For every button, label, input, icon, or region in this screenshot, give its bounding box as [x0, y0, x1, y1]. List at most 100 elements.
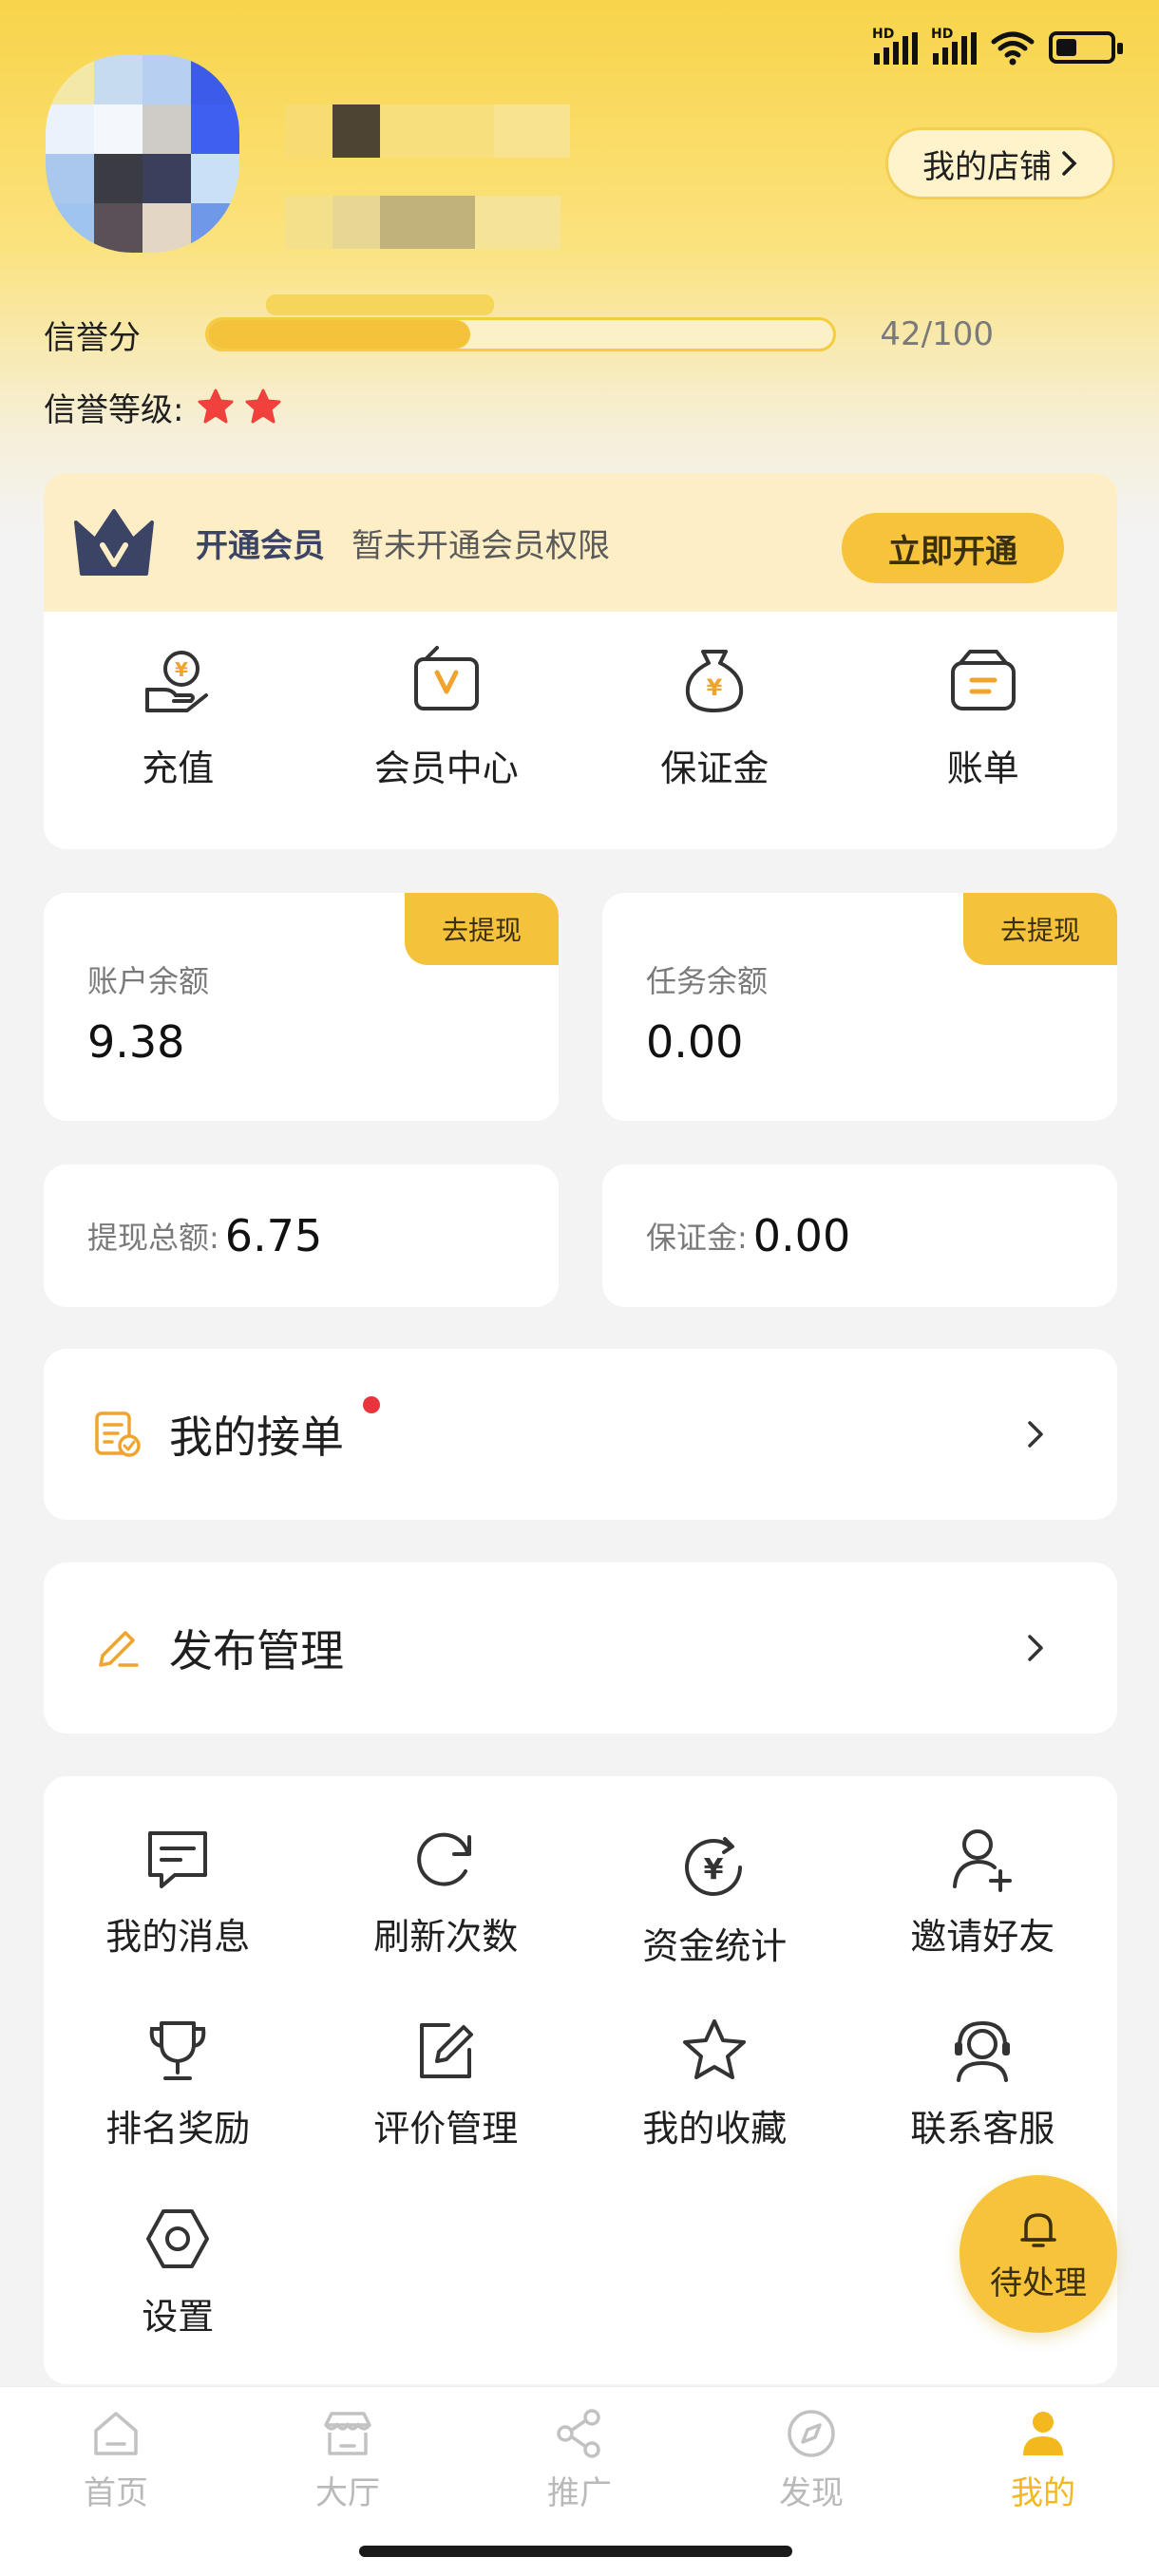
bell-icon	[1020, 2212, 1056, 2247]
quick-action-label: 会员中心	[373, 748, 519, 789]
wifi-icon	[991, 31, 1035, 66]
home-icon	[94, 2412, 138, 2455]
tool-label: 邀请好友	[910, 1916, 1055, 1958]
chevron-right-icon	[1028, 1635, 1043, 1661]
account-balance-card: 去提现 账户余额 9.38	[44, 893, 559, 1121]
edit-review-icon	[420, 2023, 474, 2078]
nav-promote[interactable]: 推广	[464, 2406, 695, 2513]
tool-settings[interactable]: 设置	[44, 2204, 313, 2339]
quick-actions: ¥ 充值 会员中心 ¥ 保证金 账单	[44, 642, 1117, 832]
nav-label: 大厅	[315, 2474, 380, 2512]
withdraw-total-card: 提现总额: 6.75	[44, 1165, 559, 1307]
nav-label: 推广	[547, 2474, 612, 2512]
tool-label: 联系客服	[910, 2108, 1055, 2150]
status-bar-icons: HD HD	[872, 27, 1123, 68]
username-obscured	[285, 104, 627, 158]
star-icon	[198, 388, 234, 424]
withdraw-task-button[interactable]: 去提现	[963, 893, 1117, 965]
quick-action-bill[interactable]: 账单	[849, 642, 1118, 832]
publish-management-label: 发布管理	[169, 1625, 344, 1676]
nav-home[interactable]: 首页	[0, 2406, 232, 2513]
nav-hall[interactable]: 大厅	[232, 2406, 464, 2513]
trophy-icon	[149, 2021, 206, 2080]
withdraw-account-button[interactable]: 去提现	[405, 893, 559, 965]
message-icon	[148, 1831, 208, 1888]
credit-score-value: 42/100	[880, 315, 994, 353]
vip-description: 暂未开通会员权限	[352, 526, 610, 565]
vip-card: 开通会员 暂未开通会员权限 立即开通 ¥ 充值 会员中心 ¥ 保证金 账单	[44, 473, 1117, 849]
customer-service-icon	[955, 2020, 1011, 2082]
fund-stats-icon: ¥	[685, 1837, 743, 1896]
tool-my-messages[interactable]: 我的消息	[44, 1824, 313, 1960]
nav-mine[interactable]: 我的	[927, 2406, 1159, 2513]
crown-icon	[74, 509, 154, 576]
deposit-card: 保证金: 0.00	[602, 1165, 1117, 1307]
deposit-icon: ¥	[686, 650, 744, 712]
vip-title: 开通会员	[196, 526, 325, 565]
activate-vip-button[interactable]: 立即开通	[842, 513, 1064, 583]
signal-icon: HD	[931, 27, 977, 65]
tool-invite-friends[interactable]: 邀请好友	[848, 1824, 1117, 1960]
hall-icon	[324, 2412, 371, 2455]
my-store-button[interactable]: 我的店铺	[885, 127, 1115, 199]
credit-score-fill	[207, 320, 471, 349]
task-balance-value: 0.00	[646, 1016, 744, 1068]
signal-icon: HD	[872, 27, 918, 65]
profile-icon	[1023, 2412, 1063, 2455]
withdraw-total-label: 提现总额:	[87, 1220, 219, 1256]
credit-level-label: 信誉等级:	[44, 390, 184, 429]
quick-action-deposit[interactable]: ¥ 保证金	[580, 642, 849, 832]
svg-text:¥: ¥	[704, 1853, 724, 1886]
tool-my-favorites[interactable]: 我的收藏	[580, 2016, 849, 2151]
battery-icon	[1049, 31, 1123, 64]
quick-action-member-center[interactable]: 会员中心	[313, 642, 581, 832]
account-balance-value: 9.38	[87, 1016, 185, 1068]
notification-dot	[363, 1396, 380, 1413]
tool-ranking-rewards[interactable]: 排名奖励	[44, 2016, 313, 2151]
settings-icon	[146, 2209, 210, 2268]
task-balance-card: 去提现 任务余额 0.00	[602, 893, 1117, 1121]
tool-label: 排名奖励	[105, 2108, 251, 2150]
tool-customer-service[interactable]: 联系客服	[848, 2016, 1117, 2151]
nav-label: 首页	[84, 2474, 148, 2512]
credit-level-row: 信誉等级:	[44, 384, 282, 429]
member-center-icon	[413, 646, 479, 710]
credit-score-row: 信誉分 42/100	[44, 313, 994, 357]
nav-discover[interactable]: 发现	[695, 2406, 927, 2513]
share-icon	[557, 2409, 600, 2458]
chevron-right-icon	[1062, 151, 1077, 176]
tool-label: 我的消息	[105, 1916, 251, 1958]
bill-icon	[950, 650, 1016, 710]
account-balance-label: 账户余额	[87, 963, 210, 999]
invite-friend-icon	[953, 1829, 1013, 1892]
orders-icon	[95, 1411, 141, 1457]
quick-action-label: 保证金	[660, 748, 770, 789]
vip-banner: 开通会员 暂未开通会员权限 立即开通	[44, 473, 1117, 612]
quick-action-label: 充值	[142, 748, 215, 789]
publish-management-row[interactable]: 发布管理	[44, 1563, 1117, 1733]
pending-fab-button[interactable]: 待处理	[960, 2175, 1117, 2333]
svg-text:¥: ¥	[175, 658, 188, 681]
tool-label: 设置	[142, 2296, 215, 2338]
star-icon	[245, 388, 281, 424]
nav-label: 我的	[1011, 2474, 1075, 2512]
chevron-right-icon	[1028, 1421, 1043, 1448]
withdraw-total-value: 6.75	[224, 1210, 323, 1261]
tool-refresh-count[interactable]: 刷新次数	[312, 1824, 580, 1960]
user-id-obscured	[285, 196, 608, 249]
star-icon	[683, 2019, 747, 2079]
tool-fund-statistics[interactable]: ¥ 资金统计	[580, 1833, 849, 1969]
avatar[interactable]	[46, 55, 239, 253]
recharge-icon: ¥	[145, 651, 209, 712]
tool-review-management[interactable]: 评价管理	[312, 2016, 580, 2151]
home-indicator[interactable]	[359, 2546, 792, 2557]
deposit-value: 0.00	[752, 1210, 851, 1261]
tool-label: 评价管理	[373, 2108, 519, 2150]
credit-score-bar	[204, 317, 837, 351]
tool-label: 我的收藏	[642, 2108, 788, 2150]
quick-action-recharge[interactable]: ¥ 充值	[44, 642, 313, 832]
pending-label: 待处理	[990, 2263, 1087, 2302]
profile-detail-obscured	[266, 294, 494, 315]
my-orders-row[interactable]: 我的接单	[44, 1349, 1117, 1520]
my-store-label: 我的店铺	[922, 147, 1052, 186]
